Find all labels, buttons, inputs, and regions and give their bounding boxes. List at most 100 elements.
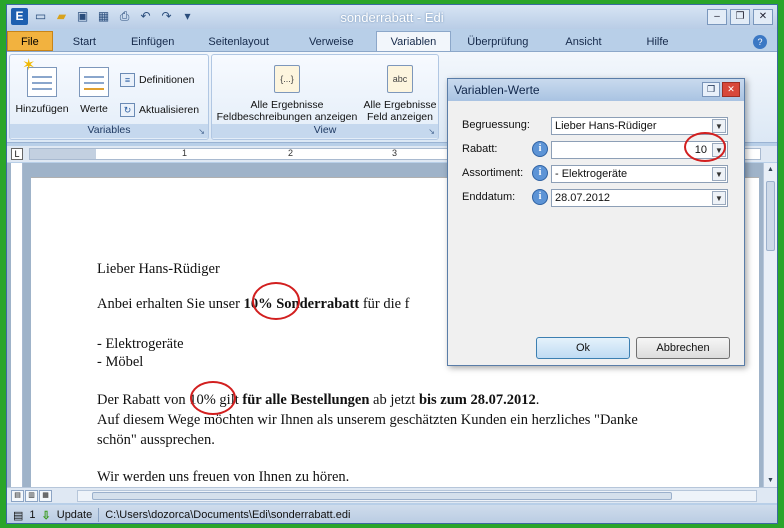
show-field-descriptions-button[interactable]: {...} Alle Ergebnisse Feldbeschreibungen… bbox=[214, 65, 360, 123]
doc-greeting: Lieber Hans-Rüdiger bbox=[97, 261, 220, 277]
ruler-number: 3 bbox=[392, 148, 398, 158]
variables-group: Hinzufügen Werte ≡ Definitionen ↻ Aktual… bbox=[9, 54, 209, 140]
outline-view-icon[interactable]: ▦ bbox=[39, 490, 52, 502]
doc-line: Auf diesem Wege möchten wir Ihnen als un… bbox=[97, 412, 638, 428]
info-icon[interactable]: i bbox=[532, 141, 548, 157]
cancel-button[interactable]: Abbrechen bbox=[636, 337, 730, 359]
dialog-title: Variablen-Werte bbox=[454, 83, 540, 97]
info-icon[interactable]: i bbox=[532, 189, 548, 205]
definitions-button[interactable]: ≡ Definitionen bbox=[120, 73, 194, 87]
page-number: 1 bbox=[29, 509, 36, 521]
show-field-descriptions-label-2: Feldbeschreibungen anzeigen bbox=[216, 111, 358, 123]
doc-text: ab jetzt bbox=[369, 392, 419, 408]
view-group: {...} Alle Ergebnisse Feldbeschreibungen… bbox=[211, 54, 439, 140]
restore-icon[interactable]: ❐ bbox=[702, 82, 720, 97]
close-icon[interactable]: ✕ bbox=[722, 82, 740, 97]
tab-verweise[interactable]: Verweise bbox=[288, 31, 375, 51]
close-icon[interactable]: ✕ bbox=[753, 9, 773, 25]
scroll-up-icon[interactable]: ▲ bbox=[764, 163, 777, 176]
highlight-circle bbox=[190, 381, 236, 415]
tab-ansicht[interactable]: Ansicht bbox=[544, 31, 622, 51]
refresh-button[interactable]: ↻ Aktualisieren bbox=[120, 103, 199, 117]
ruler-margin bbox=[30, 149, 96, 159]
scroll-down-icon[interactable]: ▼ bbox=[764, 474, 777, 487]
field-label: Enddatum: bbox=[462, 191, 516, 203]
variable-values-dialog: Variablen-Werte ❐ ✕ Begruessung: Lieber … bbox=[447, 78, 745, 366]
begruessung-value: Lieber Hans-Rüdiger bbox=[555, 120, 657, 132]
ruler-number: 1 bbox=[182, 148, 188, 158]
add-variable-label: Hinzufügen bbox=[15, 103, 69, 115]
enddatum-value: 28.07.2012 bbox=[555, 192, 611, 204]
tab-stop-selector[interactable]: L bbox=[11, 148, 23, 160]
doc-list-item: - Möbel bbox=[97, 354, 144, 370]
tab-variablen[interactable]: Variablen bbox=[375, 31, 452, 51]
window-title: sonderrabatt - Edi bbox=[340, 10, 444, 25]
vertical-scrollbar[interactable]: ▲ ▼ bbox=[763, 163, 777, 487]
title-bar: E ▭ ▰ ▣ ▦ ⎙ ↶ ↷ ▾ sonderrabatt - Edi – ❐… bbox=[7, 5, 777, 29]
doc-line: schön" aussprechen. bbox=[97, 432, 215, 448]
info-icon[interactable]: i bbox=[532, 165, 548, 181]
update-label[interactable]: Update bbox=[57, 509, 92, 521]
enddatum-combo[interactable]: 28.07.2012 ▼ bbox=[551, 189, 728, 207]
assortiment-combo[interactable]: - Elektrogeräte ▼ bbox=[551, 165, 728, 183]
show-fields-button[interactable]: abc Alle Ergebnisse Feld anzeigen bbox=[362, 65, 438, 123]
tab-ueberpruefung[interactable]: Überprüfung bbox=[452, 31, 543, 51]
assortiment-value: - Elektrogeräte bbox=[555, 168, 628, 180]
doc-list-item: - Elektrogeräte bbox=[97, 336, 184, 352]
minimize-icon[interactable]: – bbox=[707, 9, 727, 25]
field-value-icon: abc bbox=[387, 65, 413, 93]
help-icon[interactable]: ? bbox=[753, 35, 767, 49]
restore-icon[interactable]: ❐ bbox=[730, 9, 750, 25]
add-variable-button[interactable]: Hinzufügen bbox=[14, 60, 70, 115]
definitions-icon: ≡ bbox=[120, 73, 135, 87]
doc-text: Anbei erhalten Sie unser bbox=[97, 296, 244, 312]
view-switcher: ▤ ▥ ▦ bbox=[11, 490, 52, 502]
tab-file[interactable]: File bbox=[7, 31, 53, 51]
dialog-launcher-icon[interactable]: ↘ bbox=[428, 127, 435, 136]
highlight-circle bbox=[684, 132, 726, 162]
refresh-label: Aktualisieren bbox=[139, 104, 200, 116]
doc-text: . bbox=[535, 392, 540, 408]
page-view-icon[interactable]: ▤ bbox=[11, 490, 24, 502]
horizontal-scroll-row: ▤ ▥ ▦ bbox=[7, 487, 777, 503]
values-button[interactable]: Werte bbox=[72, 67, 116, 115]
status-bar: ▤ 1 ⇩ Update C:\Users\dozorca\Documents\… bbox=[7, 505, 777, 523]
field-label: Begruessung: bbox=[462, 119, 530, 131]
web-view-icon[interactable]: ▥ bbox=[25, 490, 38, 502]
page-icon: ▤ bbox=[13, 509, 24, 522]
scrollbar-thumb[interactable] bbox=[92, 492, 672, 500]
tab-start[interactable]: Start bbox=[54, 31, 115, 51]
field-row-assortiment: Assortiment: i - Elektrogeräte ▼ bbox=[462, 165, 732, 183]
show-field-descriptions-label-1: Alle Ergebnisse bbox=[250, 99, 324, 111]
dialog-title-bar: Variablen-Werte ❐ ✕ bbox=[448, 79, 744, 101]
doc-line: Wir werden uns freuen von Ihnen zu hören… bbox=[97, 469, 350, 485]
update-arrow-icon[interactable]: ⇩ bbox=[42, 509, 51, 522]
vertical-ruler bbox=[11, 163, 23, 487]
field-label: Rabatt: bbox=[462, 143, 498, 155]
tab-hilfe[interactable]: Hilfe bbox=[624, 31, 692, 51]
doc-text: Der Rabatt von bbox=[97, 392, 190, 408]
values-label: Werte bbox=[80, 103, 108, 115]
tab-seitenlayout[interactable]: Seitenlayout bbox=[190, 31, 287, 51]
doc-bold: für alle Bestellungen bbox=[242, 392, 370, 408]
view-group-label: View bbox=[212, 124, 438, 138]
doc-text: für die f bbox=[359, 296, 410, 312]
add-variable-icon bbox=[22, 60, 57, 97]
doc-bold: bis zum 28.07.2012 bbox=[418, 392, 536, 408]
window-controls: – ❐ ✕ bbox=[707, 9, 773, 25]
ok-button[interactable]: Ok bbox=[536, 337, 630, 359]
values-icon bbox=[79, 67, 109, 97]
doc-line-discount: Der Rabatt von 10% gilt für alle Bestell… bbox=[97, 391, 539, 410]
scrollbar-thumb[interactable] bbox=[766, 181, 775, 251]
horizontal-scrollbar[interactable] bbox=[77, 490, 757, 502]
variables-group-label: Variables bbox=[10, 124, 208, 138]
file-path: C:\Users\dozorca\Documents\Edi\sonderrab… bbox=[105, 509, 351, 521]
tab-einfuegen[interactable]: Einfügen bbox=[116, 31, 189, 51]
dialog-controls: ❐ ✕ bbox=[702, 82, 740, 97]
field-row-enddatum: Enddatum: i 28.07.2012 ▼ bbox=[462, 189, 732, 207]
chevron-down-icon[interactable]: ▼ bbox=[712, 167, 726, 181]
dialog-launcher-icon[interactable]: ↘ bbox=[198, 127, 205, 136]
refresh-icon: ↻ bbox=[120, 103, 135, 117]
chevron-down-icon[interactable]: ▼ bbox=[712, 119, 726, 133]
chevron-down-icon[interactable]: ▼ bbox=[712, 191, 726, 205]
